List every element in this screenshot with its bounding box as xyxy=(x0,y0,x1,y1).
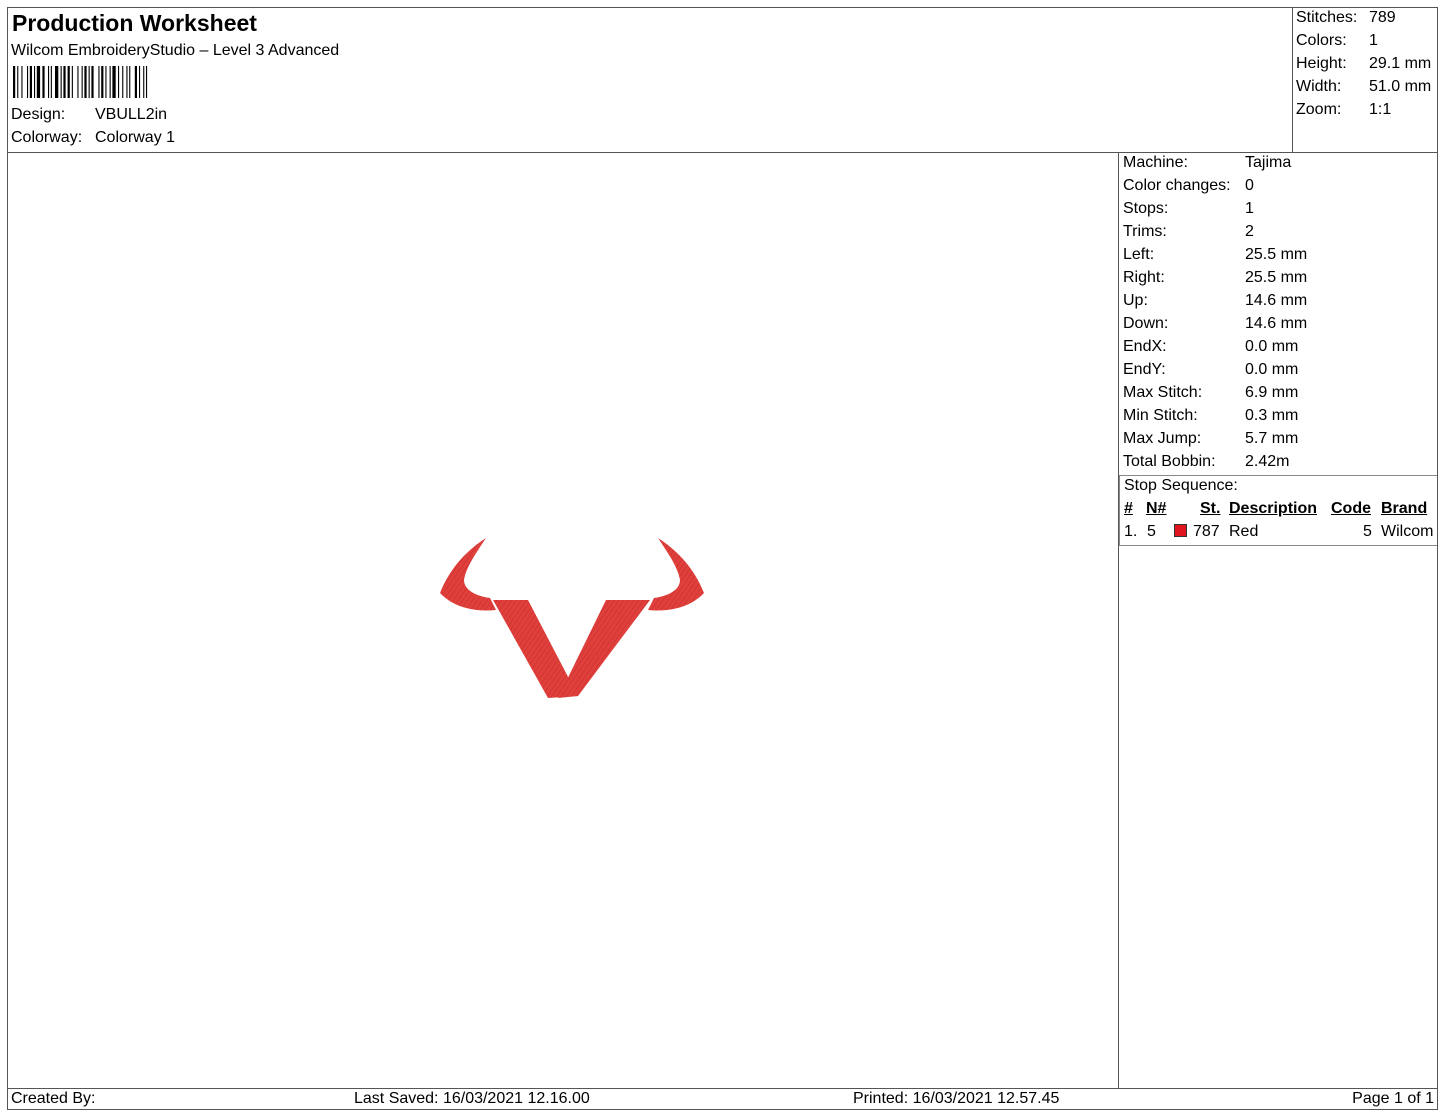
printed-date: Printed: 16/03/2021 12.57.45 xyxy=(853,1090,1060,1107)
worksheet: Production Worksheet Wilcom EmbroiderySt… xyxy=(7,7,1438,1110)
detail-value: 14.6 mm xyxy=(1245,315,1308,332)
detail-value: 0 xyxy=(1245,177,1254,194)
detail-label: Total Bobbin: xyxy=(1123,453,1216,470)
stat-label: Stitches: xyxy=(1296,9,1358,26)
detail-row: Max Stitch: 6.9 mm xyxy=(1119,383,1437,406)
design-value: VBULL2in xyxy=(95,106,168,123)
detail-row: Up: 14.6 mm xyxy=(1119,291,1437,314)
stop-sequence-label: Stop Sequence: xyxy=(1124,477,1238,494)
row-brand: Wilcom xyxy=(1381,523,1434,540)
stat-stitches: Stitches: 789 xyxy=(1296,9,1396,27)
col-needle: N# xyxy=(1146,500,1167,517)
row-code: 5 xyxy=(1363,523,1372,540)
detail-value: 25.5 mm xyxy=(1245,246,1308,263)
detail-value: 14.6 mm xyxy=(1245,292,1308,309)
detail-value: 5.7 mm xyxy=(1245,430,1299,447)
stat-zoom: Zoom: 1:1 xyxy=(1296,101,1391,119)
stat-label: Colors: xyxy=(1296,32,1347,49)
right-horn xyxy=(648,538,704,611)
bull-horns-v-design xyxy=(440,538,704,698)
detail-label: EndX: xyxy=(1123,338,1167,355)
stat-width: Width: 51.0 mm xyxy=(1296,78,1431,96)
col-brand: Brand xyxy=(1381,500,1428,517)
page-number: Page 1 of 1 xyxy=(1352,1090,1434,1107)
detail-row: Max Jump: 5.7 mm xyxy=(1119,429,1437,452)
stop-sequence: Stop Sequence: # N# St. Description Code… xyxy=(1119,475,1437,546)
detail-row: Min Stitch: 0.3 mm xyxy=(1119,406,1437,429)
row-needle: 5 xyxy=(1147,523,1156,540)
detail-value: 2 xyxy=(1245,223,1254,240)
detail-label: Min Stitch: xyxy=(1123,407,1198,424)
detail-label: Left: xyxy=(1123,246,1155,263)
detail-value: 6.9 mm xyxy=(1245,384,1299,401)
stat-value: 1:1 xyxy=(1369,101,1392,118)
design-label: Design: xyxy=(11,106,66,123)
colorway-label: Colorway: xyxy=(11,129,83,146)
detail-row: Trims: 2 xyxy=(1119,222,1437,245)
created-by: Created By: xyxy=(11,1090,96,1107)
detail-value: 1 xyxy=(1245,200,1254,217)
detail-value: Tajima xyxy=(1245,154,1292,171)
col-stitches: St. xyxy=(1200,500,1221,517)
software-name: Wilcom EmbroideryStudio – Level 3 Advanc… xyxy=(11,42,340,59)
stat-value: 51.0 mm xyxy=(1369,78,1432,95)
left-horn xyxy=(440,538,496,611)
stat-value: 789 xyxy=(1369,9,1396,26)
detail-row: Right: 25.5 mm xyxy=(1119,268,1437,291)
color-swatch xyxy=(1174,524,1187,537)
detail-row: Machine: Tajima xyxy=(1119,153,1437,176)
detail-row: Total Bobbin: 2.42m xyxy=(1119,452,1437,475)
detail-row: Color changes: 0 xyxy=(1119,176,1437,199)
detail-label: Max Stitch: xyxy=(1123,384,1203,401)
detail-row: EndX: 0.0 mm xyxy=(1119,337,1437,360)
row-num: 1. xyxy=(1124,523,1138,540)
page-title: Production Worksheet xyxy=(12,10,257,36)
detail-label: EndY: xyxy=(1123,361,1166,378)
detail-label: Color changes: xyxy=(1123,177,1231,194)
detail-label: Up: xyxy=(1123,292,1148,309)
design-preview xyxy=(8,153,1119,1088)
detail-row: Stops: 1 xyxy=(1119,199,1437,222)
detail-value: 2.42m xyxy=(1245,453,1290,470)
stat-label: Height: xyxy=(1296,55,1347,72)
col-num: # xyxy=(1124,500,1133,517)
detail-value: 25.5 mm xyxy=(1245,269,1308,286)
stat-value: 29.1 mm xyxy=(1369,55,1432,72)
v-right-stroke xyxy=(558,600,650,698)
details-list: Machine: Tajima Color changes: 0 Stops: 1 Trim… xyxy=(1119,153,1437,475)
detail-label: Down: xyxy=(1123,315,1169,332)
detail-row: Down: 14.6 mm xyxy=(1119,314,1437,337)
detail-label: Trims: xyxy=(1123,223,1167,240)
detail-row: EndY: 0.0 mm xyxy=(1119,360,1437,383)
col-code: Code xyxy=(1331,500,1371,517)
row-stitches: 787 xyxy=(1193,523,1220,540)
stat-height: Height: 29.1 mm xyxy=(1296,55,1431,73)
stat-label: Width: xyxy=(1296,78,1342,95)
design-row: Design: VBULL2in xyxy=(11,106,167,124)
last-saved: Last Saved: 16/03/2021 12.16.00 xyxy=(354,1090,590,1107)
detail-row: Left: 25.5 mm xyxy=(1119,245,1437,268)
colorway-value: Colorway 1 xyxy=(95,129,176,146)
stop-sequence-row: 1. 5 787 Red 5 Wilcom xyxy=(1120,522,1437,545)
worksheet-footer: Created By: Last Saved: 16/03/2021 12.16… xyxy=(8,1088,1437,1110)
colorway-row: Colorway: Colorway 1 xyxy=(11,129,175,147)
col-description: Description xyxy=(1229,500,1318,517)
barcode xyxy=(13,66,148,98)
details-panel: Machine: Tajima Color changes: 0 Stops: 1 Trim… xyxy=(1119,153,1437,546)
stat-value: 1 xyxy=(1369,32,1378,49)
stats-panel: Stitches: 789 Colors: 1 Height: 29.1 mm Wid… xyxy=(1292,8,1438,152)
stop-sequence-header: # N# St. Description Code Brand xyxy=(1120,499,1437,522)
detail-label: Max Jump: xyxy=(1123,430,1202,447)
detail-label: Stops: xyxy=(1123,200,1169,217)
row-description: Red xyxy=(1229,523,1259,540)
detail-value: 0.0 mm xyxy=(1245,338,1299,355)
detail-value: 0.3 mm xyxy=(1245,407,1299,424)
stat-colors: Colors: 1 xyxy=(1296,32,1378,50)
worksheet-header: Production Worksheet Wilcom EmbroiderySt… xyxy=(8,8,1437,153)
detail-label: Machine: xyxy=(1123,154,1188,171)
detail-value: 0.0 mm xyxy=(1245,361,1299,378)
stat-label: Zoom: xyxy=(1296,101,1342,118)
detail-label: Right: xyxy=(1123,269,1165,286)
